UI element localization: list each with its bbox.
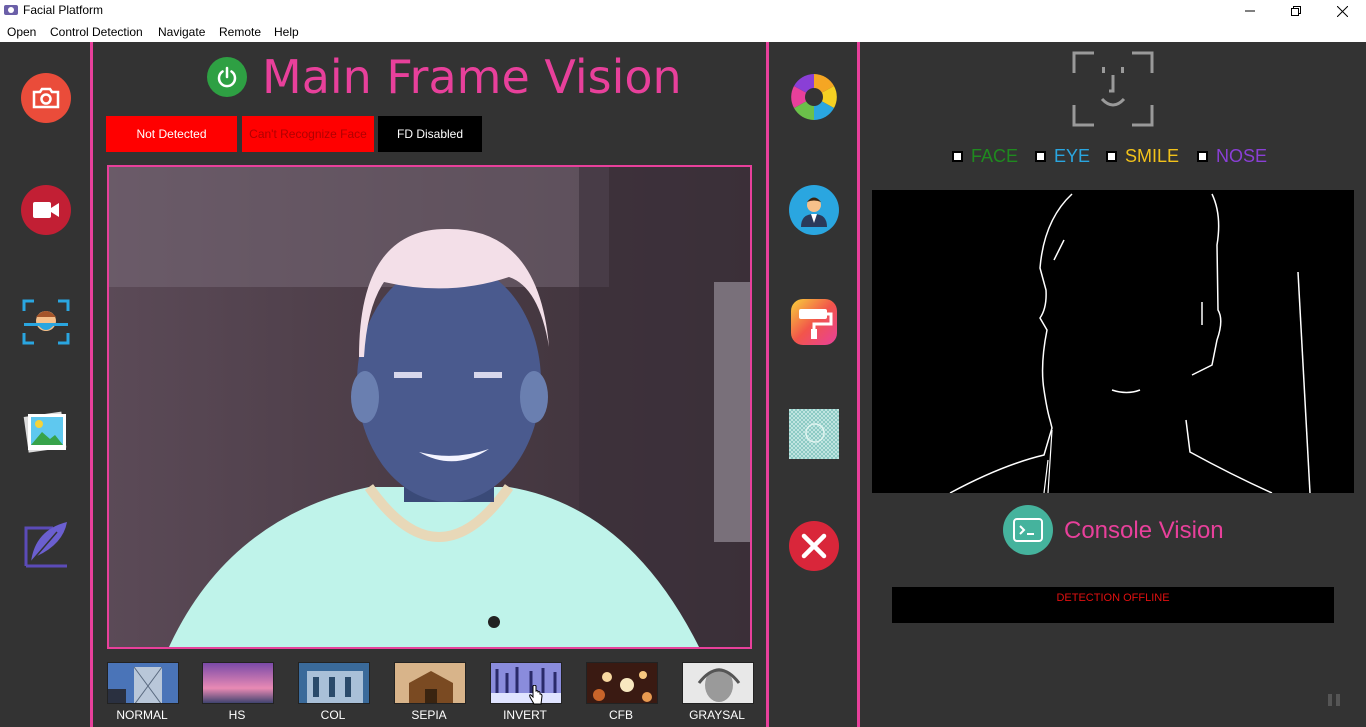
detect-smile-option[interactable]: SMILE — [1106, 146, 1179, 167]
camera-icon — [32, 87, 60, 109]
pattern-button[interactable] — [789, 409, 839, 459]
detect-nose-option[interactable]: NOSE — [1197, 146, 1267, 167]
filter-label: SEPIA — [411, 708, 447, 722]
detect-face-option[interactable]: FACE — [952, 146, 1018, 167]
camera-feed — [107, 165, 752, 649]
face-checkbox[interactable] — [952, 151, 963, 162]
video-button[interactable] — [21, 185, 71, 235]
paint-roller-icon — [791, 299, 837, 345]
pattern-icon — [789, 409, 839, 459]
face-detect-icon — [1072, 51, 1154, 127]
divider — [90, 42, 93, 727]
main-title: Main Frame Vision — [262, 50, 682, 104]
console-status: DETECTION OFFLINE — [1056, 592, 1170, 604]
filter-sepia-thumb[interactable] — [394, 662, 466, 704]
eye-label: EYE — [1054, 146, 1091, 166]
app-icon — [4, 5, 18, 15]
smile-label: SMILE — [1125, 146, 1180, 166]
filter-label: HS — [228, 708, 246, 722]
menu-bar: Open Control Detection Navigate Remote H… — [0, 22, 1366, 42]
main-area: Main Frame Vision Not Detected Can't Rec… — [0, 42, 1366, 727]
filter-label: NORMAL — [116, 708, 168, 722]
power-icon — [217, 66, 237, 88]
menu-help[interactable]: Help — [274, 25, 299, 39]
filter-graysal-thumb[interactable] — [682, 662, 754, 704]
menu-open[interactable]: Open — [7, 25, 36, 39]
console-output: DETECTION OFFLINE — [892, 587, 1334, 623]
console-button[interactable] — [1003, 505, 1053, 555]
camera-button[interactable] — [21, 73, 71, 123]
close-button[interactable] — [789, 521, 839, 571]
user-profile-button[interactable] — [789, 185, 839, 235]
status-not-detected: Not Detected — [106, 116, 237, 152]
filter-cfb-thumb[interactable] — [586, 662, 658, 704]
filter-label: INVERT — [503, 708, 547, 722]
feather-icon — [24, 522, 67, 568]
power-button[interactable] — [207, 57, 247, 97]
menu-remote[interactable]: Remote — [219, 25, 261, 39]
terminal-icon — [1013, 518, 1043, 542]
filter-invert-thumb[interactable] — [490, 662, 562, 704]
edge-detection-view — [872, 190, 1354, 493]
status-recognition: Can't Recognize Face — [242, 116, 374, 152]
menu-navigate[interactable]: Navigate — [158, 25, 205, 39]
face-label: FACE — [971, 146, 1019, 166]
nose-checkbox[interactable] — [1197, 151, 1208, 162]
restore-button[interactable] — [1273, 0, 1319, 22]
hand-cursor-icon — [529, 685, 543, 705]
video-icon — [33, 202, 59, 218]
close-icon — [801, 533, 827, 559]
filter-label: CFB — [609, 708, 633, 722]
filter-col-thumb[interactable] — [298, 662, 370, 704]
face-scan-icon — [22, 299, 70, 345]
face-scan-button[interactable] — [22, 299, 70, 345]
pause-icon[interactable] — [1323, 689, 1345, 711]
user-profile-icon — [801, 197, 827, 227]
menu-control-detection[interactable]: Control Detection — [50, 25, 143, 39]
filter-normal-thumb[interactable] — [107, 662, 179, 704]
divider — [766, 42, 769, 727]
feather-button[interactable] — [23, 520, 71, 568]
gallery-button[interactable] — [22, 408, 70, 456]
gallery-icon — [23, 411, 67, 453]
eye-checkbox[interactable] — [1035, 151, 1046, 162]
color-wheel-icon — [791, 74, 837, 120]
nose-label: NOSE — [1216, 146, 1268, 166]
status-fd: FD Disabled — [378, 116, 482, 152]
close-window-button[interactable] — [1319, 0, 1365, 22]
console-title: Console Vision — [1064, 517, 1224, 544]
filter-hs-thumb[interactable] — [202, 662, 274, 704]
filter-label: GRAYSAL — [689, 708, 745, 722]
detect-eye-option[interactable]: EYE — [1035, 146, 1090, 167]
paint-roller-button[interactable] — [789, 297, 839, 347]
minimize-button[interactable] — [1227, 0, 1273, 22]
divider — [857, 42, 860, 727]
title-bar: Facial Platform — [0, 0, 1366, 22]
color-wheel-button[interactable] — [789, 72, 839, 122]
window-title: Facial Platform — [23, 3, 104, 17]
filter-label: COL — [320, 708, 346, 722]
smile-checkbox[interactable] — [1106, 151, 1117, 162]
